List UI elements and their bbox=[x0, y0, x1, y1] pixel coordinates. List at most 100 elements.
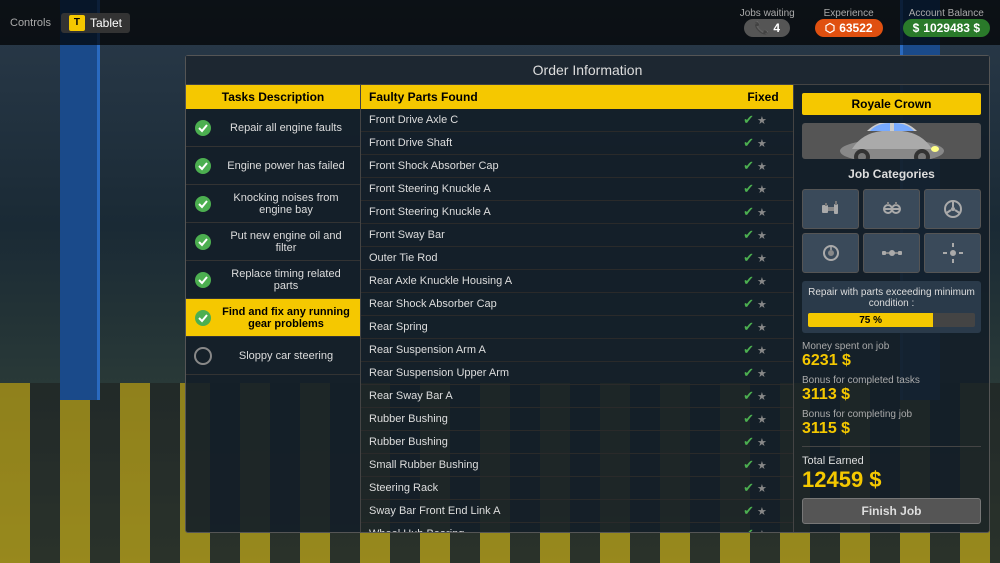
part-item: Front Drive Axle C ✔ ★ bbox=[361, 109, 793, 132]
task-check-icon bbox=[194, 119, 212, 137]
fixed-header: Fixed bbox=[733, 85, 793, 109]
category-engine-icon bbox=[802, 189, 859, 229]
condition-percent: 75 % bbox=[859, 315, 882, 326]
task-item[interactable]: Put new engine oil and filter bbox=[186, 223, 360, 261]
task-text: Knocking noises from engine bay bbox=[220, 192, 352, 216]
divider bbox=[802, 446, 981, 447]
part-status-icons: ✔ ★ bbox=[725, 135, 785, 151]
part-status-icons: ✔ ★ bbox=[725, 411, 785, 427]
task-check bbox=[194, 271, 212, 289]
fixed-check-icon: ✔ bbox=[743, 457, 754, 473]
star-icon: ★ bbox=[757, 229, 767, 242]
part-name: Front Drive Shaft bbox=[369, 137, 725, 149]
parts-column: Faulty Parts Found Fixed Front Drive Axl… bbox=[361, 85, 794, 532]
part-item: Front Sway Bar ✔ ★ bbox=[361, 224, 793, 247]
star-icon: ★ bbox=[757, 252, 767, 265]
task-item[interactable]: Engine power has failed bbox=[186, 147, 360, 185]
part-status-icons: ✔ ★ bbox=[725, 181, 785, 197]
top-bar-left: Controls T Tablet bbox=[10, 13, 130, 33]
part-name: Wheel Hub Bearing bbox=[369, 528, 725, 532]
part-status-icons: ✔ ★ bbox=[725, 388, 785, 404]
part-name: Small Rubber Bushing bbox=[369, 459, 725, 471]
bonus-tasks-row: Bonus for completed tasks 3113 $ bbox=[802, 375, 981, 404]
xp-badge: ⬡ 63522 bbox=[815, 19, 883, 37]
task-check bbox=[194, 119, 212, 137]
bonus-job-value: 3115 $ bbox=[802, 420, 981, 438]
parts-header: Faulty Parts Found Fixed bbox=[361, 85, 793, 109]
info-column: Royale Crown bbox=[794, 85, 989, 532]
star-icon: ★ bbox=[757, 413, 767, 426]
part-name: Rear Suspension Upper Arm bbox=[369, 367, 725, 379]
tasks-list: Repair all engine faults Engine power ha… bbox=[186, 109, 360, 532]
fixed-check-icon: ✔ bbox=[743, 296, 754, 312]
fixed-check-icon: ✔ bbox=[743, 526, 754, 532]
jobs-count-badge: 📞 4 bbox=[744, 19, 790, 37]
part-name: Outer Tie Rod bbox=[369, 252, 725, 264]
task-text: Put new engine oil and filter bbox=[220, 230, 352, 254]
part-name: Steering Rack bbox=[369, 482, 725, 494]
part-item: Rear Sway Bar A ✔ ★ bbox=[361, 385, 793, 408]
category-brakes-icon bbox=[802, 233, 859, 273]
task-item[interactable]: Replace timing related parts bbox=[186, 261, 360, 299]
task-check-icon bbox=[194, 309, 212, 327]
part-item: Rear Shock Absorber Cap ✔ ★ bbox=[361, 293, 793, 316]
part-status-icons: ✔ ★ bbox=[725, 204, 785, 220]
star-icon: ★ bbox=[757, 482, 767, 495]
part-name: Front Drive Axle C bbox=[369, 114, 725, 126]
task-check bbox=[194, 347, 212, 365]
part-name: Rear Sway Bar A bbox=[369, 390, 725, 402]
part-status-icons: ✔ ★ bbox=[725, 250, 785, 266]
bonus-tasks-label: Bonus for completed tasks bbox=[802, 375, 981, 386]
money-section: Money spent on job 6231 $ Bonus for comp… bbox=[802, 341, 981, 524]
parts-header-name: Faulty Parts Found bbox=[361, 85, 733, 109]
account-balance-label: Account Balance bbox=[909, 8, 984, 19]
tablet-button[interactable]: T Tablet bbox=[61, 13, 130, 33]
task-check bbox=[194, 233, 212, 251]
condition-section: Repair with parts exceeding minimum cond… bbox=[802, 281, 981, 333]
fixed-check-icon: ✔ bbox=[743, 158, 754, 174]
part-name: Rear Axle Knuckle Housing A bbox=[369, 275, 725, 287]
car-image bbox=[802, 123, 981, 159]
parts-list: Front Drive Axle C ✔ ★ Front Drive Shaft… bbox=[361, 109, 793, 532]
account-balance-group: Account Balance $ 1029483 $ bbox=[903, 8, 990, 37]
car-svg bbox=[832, 123, 952, 159]
finish-job-button[interactable]: Finish Job bbox=[802, 498, 981, 524]
fixed-check-icon: ✔ bbox=[743, 434, 754, 450]
part-name: Front Shock Absorber Cap bbox=[369, 160, 725, 172]
part-name: Rubber Bushing bbox=[369, 413, 725, 425]
category-suspension-icon bbox=[863, 189, 920, 229]
fixed-check-icon: ✔ bbox=[743, 388, 754, 404]
part-item: Rear Axle Knuckle Housing A ✔ ★ bbox=[361, 270, 793, 293]
condition-bar-fill: 75 % bbox=[808, 313, 933, 327]
car-header: Royale Crown bbox=[802, 93, 981, 115]
part-status-icons: ✔ ★ bbox=[725, 227, 785, 243]
panel-content: Tasks Description Repair all engine faul… bbox=[186, 85, 989, 532]
part-item: Rear Spring ✔ ★ bbox=[361, 316, 793, 339]
total-value: 12459 $ bbox=[802, 467, 981, 493]
tasks-header: Tasks Description bbox=[186, 85, 360, 109]
task-check bbox=[194, 157, 212, 175]
task-item[interactable]: Sloppy car steering bbox=[186, 337, 360, 375]
task-item[interactable]: Find and fix any running gear problems bbox=[186, 299, 360, 337]
part-status-icons: ✔ ★ bbox=[725, 296, 785, 312]
task-item[interactable]: Knocking noises from engine bay bbox=[186, 185, 360, 223]
job-categories bbox=[802, 189, 981, 273]
part-item: Front Shock Absorber Cap ✔ ★ bbox=[361, 155, 793, 178]
part-status-icons: ✔ ★ bbox=[725, 480, 785, 496]
part-item: Sway Bar Front End Link A ✔ ★ bbox=[361, 500, 793, 523]
fixed-check-icon: ✔ bbox=[743, 365, 754, 381]
category-misc-icon bbox=[924, 233, 981, 273]
fixed-check-icon: ✔ bbox=[743, 411, 754, 427]
money-spent-label: Money spent on job bbox=[802, 341, 981, 352]
task-item[interactable]: Repair all engine faults bbox=[186, 109, 360, 147]
fixed-check-icon: ✔ bbox=[743, 503, 754, 519]
experience-group: Experience ⬡ 63522 bbox=[815, 8, 883, 37]
top-bar-right: Jobs waiting 📞 4 Experience ⬡ 63522 Acco… bbox=[740, 8, 990, 37]
condition-bar: 75 % bbox=[808, 313, 975, 327]
task-check bbox=[194, 309, 212, 327]
fixed-check-icon: ✔ bbox=[743, 112, 754, 128]
part-item: Wheel Hub Bearing ✔ ★ bbox=[361, 523, 793, 532]
money-spent-row: Money spent on job 6231 $ bbox=[802, 341, 981, 370]
part-name: Rear Shock Absorber Cap bbox=[369, 298, 725, 310]
task-check-icon bbox=[194, 271, 212, 289]
